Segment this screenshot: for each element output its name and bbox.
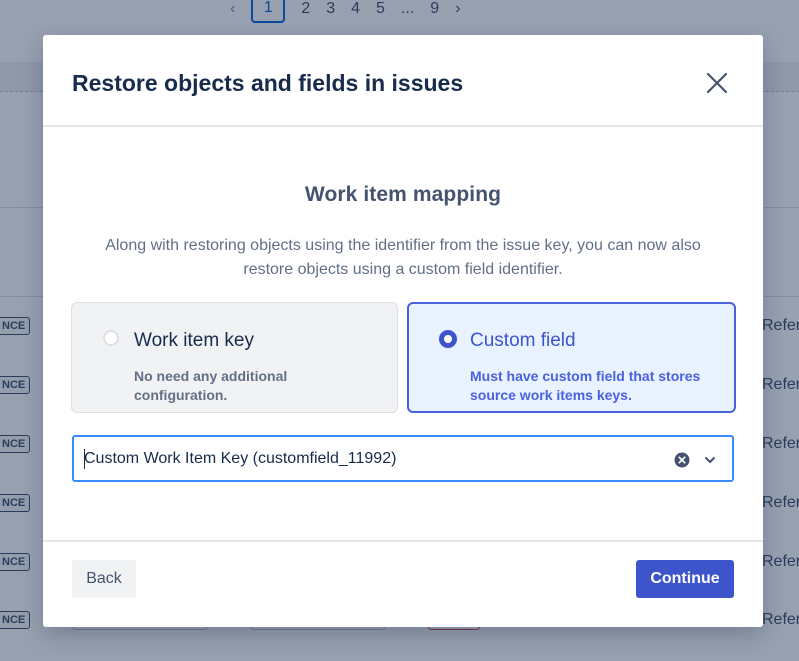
section-title: Work item mapping bbox=[304, 183, 502, 206]
dialog-footer: Back Continue bbox=[43, 540, 763, 629]
back-button[interactable]: Back bbox=[72, 560, 136, 598]
option-title: Work item key bbox=[134, 330, 255, 351]
dialog-header: Restore objects and fields in issues bbox=[43, 35, 763, 127]
radio-unselected-icon[interactable] bbox=[103, 330, 119, 346]
option-work-item-key[interactable]: Work item key No need any additional con… bbox=[71, 302, 398, 413]
option-description: No need any additional configuration. bbox=[134, 368, 288, 403]
clear-circle-icon[interactable] bbox=[674, 452, 690, 468]
select-value: Custom Work Item Key (customfield_11992) bbox=[84, 450, 397, 467]
close-button[interactable] bbox=[705, 71, 729, 95]
restore-dialog: Restore objects and fields in issues Wor… bbox=[43, 35, 763, 627]
chevron-down-icon[interactable] bbox=[702, 452, 718, 468]
close-icon bbox=[706, 72, 728, 94]
option-description: Must have custom field that stores sourc… bbox=[470, 368, 701, 403]
option-title: Custom field bbox=[470, 330, 576, 351]
dialog-title: Restore objects and fields in issues bbox=[72, 70, 464, 96]
continue-button[interactable]: Continue bbox=[636, 560, 734, 598]
option-custom-field[interactable]: Custom field Must have custom field that… bbox=[407, 302, 736, 413]
section-description: Along with restoring objects using the i… bbox=[105, 237, 701, 278]
custom-field-select[interactable]: Custom Work Item Key (customfield_11992) bbox=[72, 435, 734, 482]
radio-selected-icon[interactable] bbox=[439, 330, 457, 348]
